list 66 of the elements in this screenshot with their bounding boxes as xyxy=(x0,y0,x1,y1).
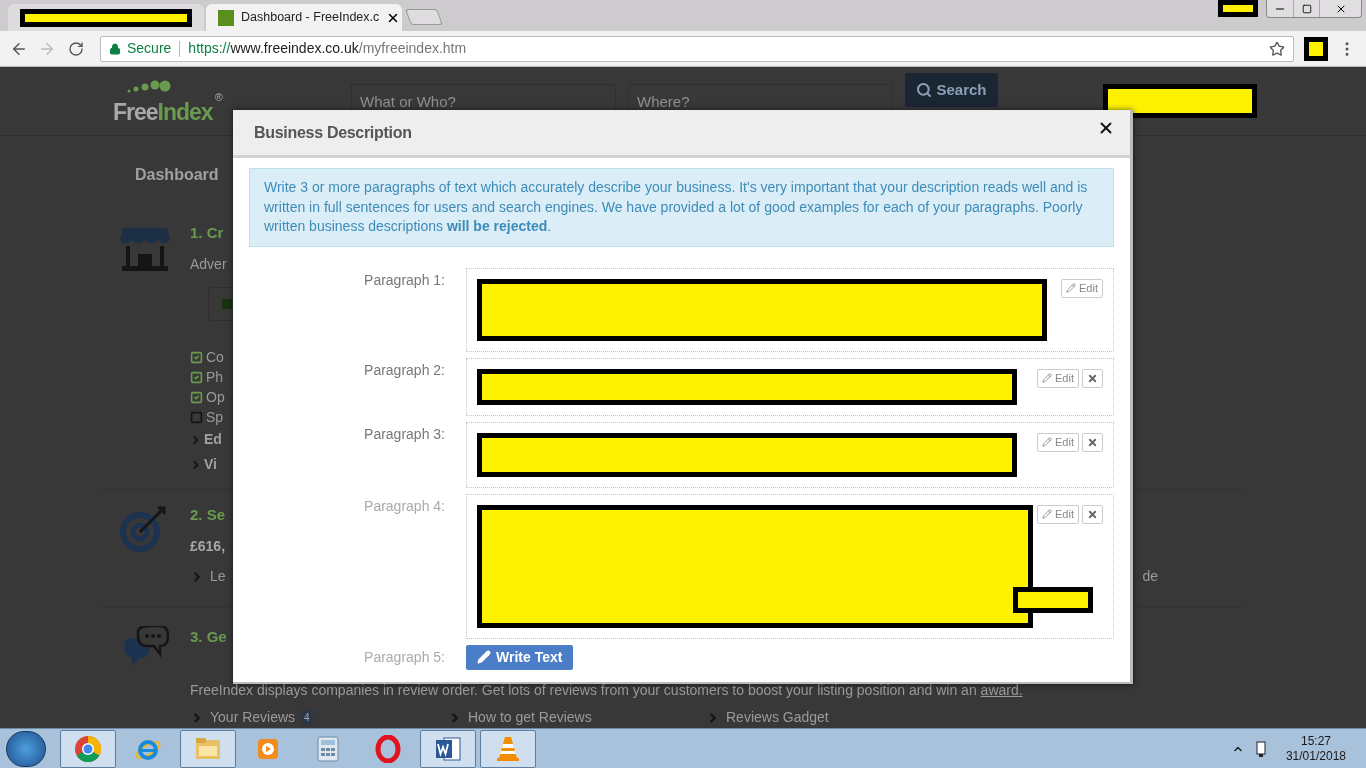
browser-tab[interactable]: Dashboard - FreeIndex.c xyxy=(206,4,402,31)
search-icon[interactable] xyxy=(916,82,933,98)
checklist-item: Op xyxy=(206,388,225,407)
nav-tab[interactable]: Dashboard xyxy=(135,166,219,183)
site-favicon xyxy=(218,9,234,26)
tray-device-icon[interactable] xyxy=(1253,739,1268,758)
taskbar-app-button[interactable] xyxy=(180,729,236,768)
link[interactable]: Ed xyxy=(204,429,222,450)
site-logo: FreeIndex ® xyxy=(113,77,233,125)
calculator-icon xyxy=(317,735,339,762)
taskbar-app-button[interactable] xyxy=(60,729,116,768)
section-text: £616, xyxy=(190,537,226,556)
edit-button[interactable]: Edit xyxy=(1037,432,1079,452)
secure-label: Secure xyxy=(127,39,172,58)
paragraph-label: Paragraph 5: xyxy=(363,647,445,667)
ring-icon xyxy=(375,734,401,763)
paragraph-label: Paragraph 2: xyxy=(363,360,445,380)
link[interactable]: How to get Reviews xyxy=(468,707,592,728)
bookmark-star-icon[interactable] xyxy=(1269,40,1285,57)
section-text: FreeIndex displays companies in review order. Get lots of reviews from your customers to boost your listing position and win an award. xyxy=(190,681,1023,700)
link[interactable]: Vi xyxy=(204,454,217,475)
taskbar-app-button[interactable] xyxy=(480,729,536,768)
write-text-button[interactable]: Write Text xyxy=(466,644,574,670)
edit-button[interactable]: Edit xyxy=(1061,278,1103,298)
url-text: https://www.freeindex.co.uk/myfreeindex.htm xyxy=(188,39,467,58)
redaction-block xyxy=(1304,36,1328,61)
document-icon xyxy=(434,734,462,763)
checklist-item: Co xyxy=(206,348,224,367)
redaction-block xyxy=(1218,0,1258,17)
paragraph-label: Paragraph 4: xyxy=(363,496,445,516)
clock-date: 31/01/2018 xyxy=(1285,748,1346,764)
checklist-item: Sp xyxy=(206,408,224,427)
delete-button[interactable] xyxy=(1082,504,1103,524)
link-fragment[interactable]: de xyxy=(1142,566,1159,587)
count-badge: 4 xyxy=(301,710,313,725)
link[interactable]: Reviews Gadget xyxy=(726,707,829,728)
section-text: Adver xyxy=(190,255,227,274)
address-bar[interactable]: Secure https://www.freeindex.co.uk/myfreeindex.htm xyxy=(100,35,1294,62)
taskbar-app-button[interactable] xyxy=(420,729,476,768)
delete-button[interactable] xyxy=(1082,432,1103,452)
clock-time: 15:27 xyxy=(1300,733,1331,749)
section-heading: 3. Ge xyxy=(190,627,227,647)
chrome-icon xyxy=(74,734,102,763)
folder-icon xyxy=(194,735,222,762)
paragraph-label: Paragraph 1: xyxy=(363,270,445,290)
info-notice: Write 3 or more paragraphs of text which accurately describe your business. It's very important that your description reads well and is written in full sentences for users and search engines. We have provided a lot of good examples for each of your paragraphs. Poorly written business descriptions will be rejected. xyxy=(249,168,1114,247)
play-icon xyxy=(256,736,280,761)
link[interactable]: Le xyxy=(210,566,226,587)
section-heading: 2. Se xyxy=(190,505,226,525)
search-button[interactable]: Search xyxy=(905,73,998,107)
restore-icon[interactable] xyxy=(1301,3,1312,14)
browser-tab[interactable] xyxy=(8,4,204,31)
start-button[interactable] xyxy=(6,730,46,767)
edit-button[interactable]: Edit xyxy=(1037,504,1079,524)
tab-title: Dashboard - FreeIndex.c xyxy=(241,9,380,27)
reload-icon[interactable] xyxy=(68,40,84,57)
paragraph-label: Paragraph 3: xyxy=(363,424,445,444)
traffic-cone-icon xyxy=(495,734,521,763)
award-link[interactable]: award. xyxy=(980,682,1023,698)
checklist-item: Ph xyxy=(206,368,224,387)
lock-icon xyxy=(109,42,121,55)
link[interactable]: Your Reviews xyxy=(210,707,296,728)
section-heading: 1. Cr xyxy=(190,223,224,243)
delete-button[interactable] xyxy=(1082,368,1103,388)
modal-title: Business Description xyxy=(254,122,412,143)
edit-button[interactable]: Edit xyxy=(1037,368,1079,388)
